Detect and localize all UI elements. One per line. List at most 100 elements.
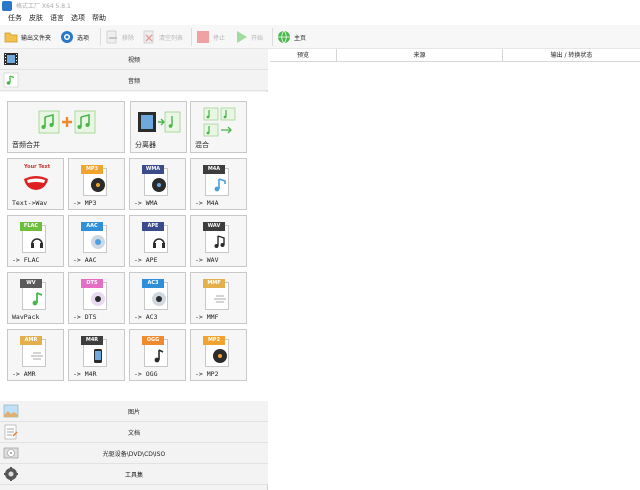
tile-mp2[interactable]: MP2 -> MP2 (190, 329, 247, 381)
menu-help[interactable]: 帮助 (92, 13, 106, 23)
title-bar: 格式工厂 X64 5.8.1 (0, 0, 640, 12)
wavpack-icon: WV (20, 279, 48, 311)
tile-ac3[interactable]: AC3 -> AC3 (129, 272, 186, 324)
tile-mp3[interactable]: MP3 -> MP3 (68, 158, 125, 210)
menu-language[interactable]: 语言 (50, 13, 64, 23)
text-to-wav-icon (20, 169, 52, 193)
wma-icon: WMA (142, 165, 170, 197)
tile-m4r[interactable]: M4R -> M4R (68, 329, 125, 381)
start-label: 开始 (251, 34, 264, 42)
tile-m4a-label: -> M4A (195, 199, 219, 207)
ape-icon: APE (142, 222, 170, 254)
ac3-badge: AC3 (142, 279, 164, 288)
tile-flac[interactable]: FLAC -> FLAC (7, 215, 64, 267)
mp3-badge: MP3 (81, 165, 103, 174)
audio-mix-icon (203, 106, 237, 138)
tile-ogg[interactable]: OGG -> OGG (129, 329, 186, 381)
tile-aac[interactable]: AAC -> AAC (68, 215, 125, 267)
options-icon (60, 30, 74, 44)
stop-label: 停止 (213, 34, 226, 42)
clear-list-label: 清空列表 (159, 34, 184, 42)
tile-aac-label: -> AAC (73, 256, 97, 264)
tile-dts[interactable]: DTS -> DTS (68, 272, 125, 324)
category-audio[interactable]: 音频 (0, 70, 268, 91)
category-audio-label: 音频 (127, 78, 140, 85)
options-label: 选项 (77, 34, 90, 42)
remove-icon (105, 30, 119, 44)
task-list: 预览 来源 输出 / 转换状态 (270, 49, 640, 490)
ogg-badge: OGG (142, 336, 164, 345)
tile-amr[interactable]: AMR -> AMR (7, 329, 64, 381)
category-video[interactable]: 视频 (0, 49, 268, 70)
tile-audio-mix[interactable]: 混合 (190, 101, 247, 153)
tile-amr-label: -> AMR (12, 370, 36, 378)
home-button[interactable]: 主页 (277, 27, 306, 47)
m4r-icon: M4R (81, 336, 109, 368)
column-preview[interactable]: 预览 (270, 49, 337, 62)
clear-list-button[interactable]: 清空列表 (142, 27, 183, 47)
tile-wma[interactable]: WMA -> WMA (129, 158, 186, 210)
toolbar-divider (191, 28, 192, 46)
column-source[interactable]: 来源 (337, 49, 503, 62)
tile-audio-mix-label: 混合 (195, 141, 209, 149)
aac-badge: AAC (81, 222, 103, 231)
menu-task[interactable]: 任务 (8, 13, 22, 23)
tile-mmf[interactable]: MMF -> MMF (190, 272, 247, 324)
tile-mp3-label: -> MP3 (73, 199, 97, 207)
tile-ac3-label: -> AC3 (134, 313, 158, 321)
folder-icon (4, 30, 18, 44)
menu-skin[interactable]: 皮肤 (29, 13, 43, 23)
tile-ogg-label: -> OGG (134, 370, 158, 378)
tile-wav[interactable]: WAV -> WAV (190, 215, 247, 267)
mmf-icon: MMF (203, 279, 231, 311)
category-toolbox[interactable]: 工具集 (0, 464, 268, 485)
tile-text-to-wav[interactable]: Your Text Text->Wav (7, 158, 64, 210)
dts-badge: DTS (81, 279, 103, 288)
tile-audio-merge[interactable]: 音频合并 (7, 101, 125, 153)
flac-icon: FLAC (20, 222, 48, 254)
tile-wavpack-label: WavPack (12, 313, 40, 321)
start-button[interactable]: 开始 (234, 27, 263, 47)
ape-badge: APE (142, 222, 164, 231)
tile-m4a[interactable]: M4A -> M4A (190, 158, 247, 210)
audio-merge-icon (38, 108, 96, 136)
audio-splitter-icon (137, 108, 181, 136)
toolbar: 输出文件夹 选项 移除 清空列表 停止 开始 主页 (0, 25, 640, 49)
toolbar-divider (272, 28, 273, 46)
m4r-badge: M4R (81, 336, 103, 345)
tile-ape[interactable]: APE -> APE (129, 215, 186, 267)
flac-badge: FLAC (20, 222, 42, 231)
remove-button[interactable]: 移除 (105, 27, 134, 47)
wavpack-badge: WV (20, 279, 42, 288)
tile-mmf-label: -> MMF (195, 313, 219, 321)
category-rom-device[interactable]: 光驱设备\DVD\CD\ISO (0, 443, 268, 464)
tile-audio-splitter[interactable]: 分离器 (130, 101, 187, 153)
category-rom-device-label: 光驱设备\DVD\CD\ISO (102, 451, 166, 458)
category-document[interactable]: 文档 (0, 422, 268, 443)
options-button[interactable]: 选项 (60, 27, 89, 47)
tile-wavpack[interactable]: WV WavPack (7, 272, 64, 324)
amr-icon: AMR (20, 336, 48, 368)
tile-dts-label: -> DTS (73, 313, 97, 321)
tile-flac-label: -> FLAC (12, 256, 40, 264)
output-folder-button[interactable]: 输出文件夹 (4, 27, 51, 47)
dts-icon: DTS (81, 279, 109, 311)
output-folder-label: 输出文件夹 (21, 34, 52, 42)
category-image[interactable]: 图片 (0, 401, 268, 422)
category-video-label: 视频 (127, 57, 140, 64)
stop-button[interactable]: 停止 (196, 27, 225, 47)
clear-list-icon (142, 30, 156, 44)
play-icon (234, 30, 248, 44)
tile-text-to-wav-label: Text->Wav (12, 199, 48, 207)
category-panel: 视频 音频 音频合并 分离器 混合 Your Text Text->Wav MP… (0, 49, 268, 490)
aac-icon: AAC (81, 222, 109, 254)
m4a-icon: M4A (203, 165, 231, 197)
mmf-badge: MMF (203, 279, 225, 288)
remove-label: 移除 (122, 34, 135, 42)
column-output-status[interactable]: 输出 / 转换状态 (503, 49, 640, 62)
your-text-logo: Your Text (24, 164, 51, 170)
tile-audio-merge-label: 音频合并 (12, 141, 40, 149)
menu-options[interactable]: 选项 (71, 13, 85, 23)
ogg-icon: OGG (142, 336, 170, 368)
mp2-icon: MP2 (203, 336, 231, 368)
